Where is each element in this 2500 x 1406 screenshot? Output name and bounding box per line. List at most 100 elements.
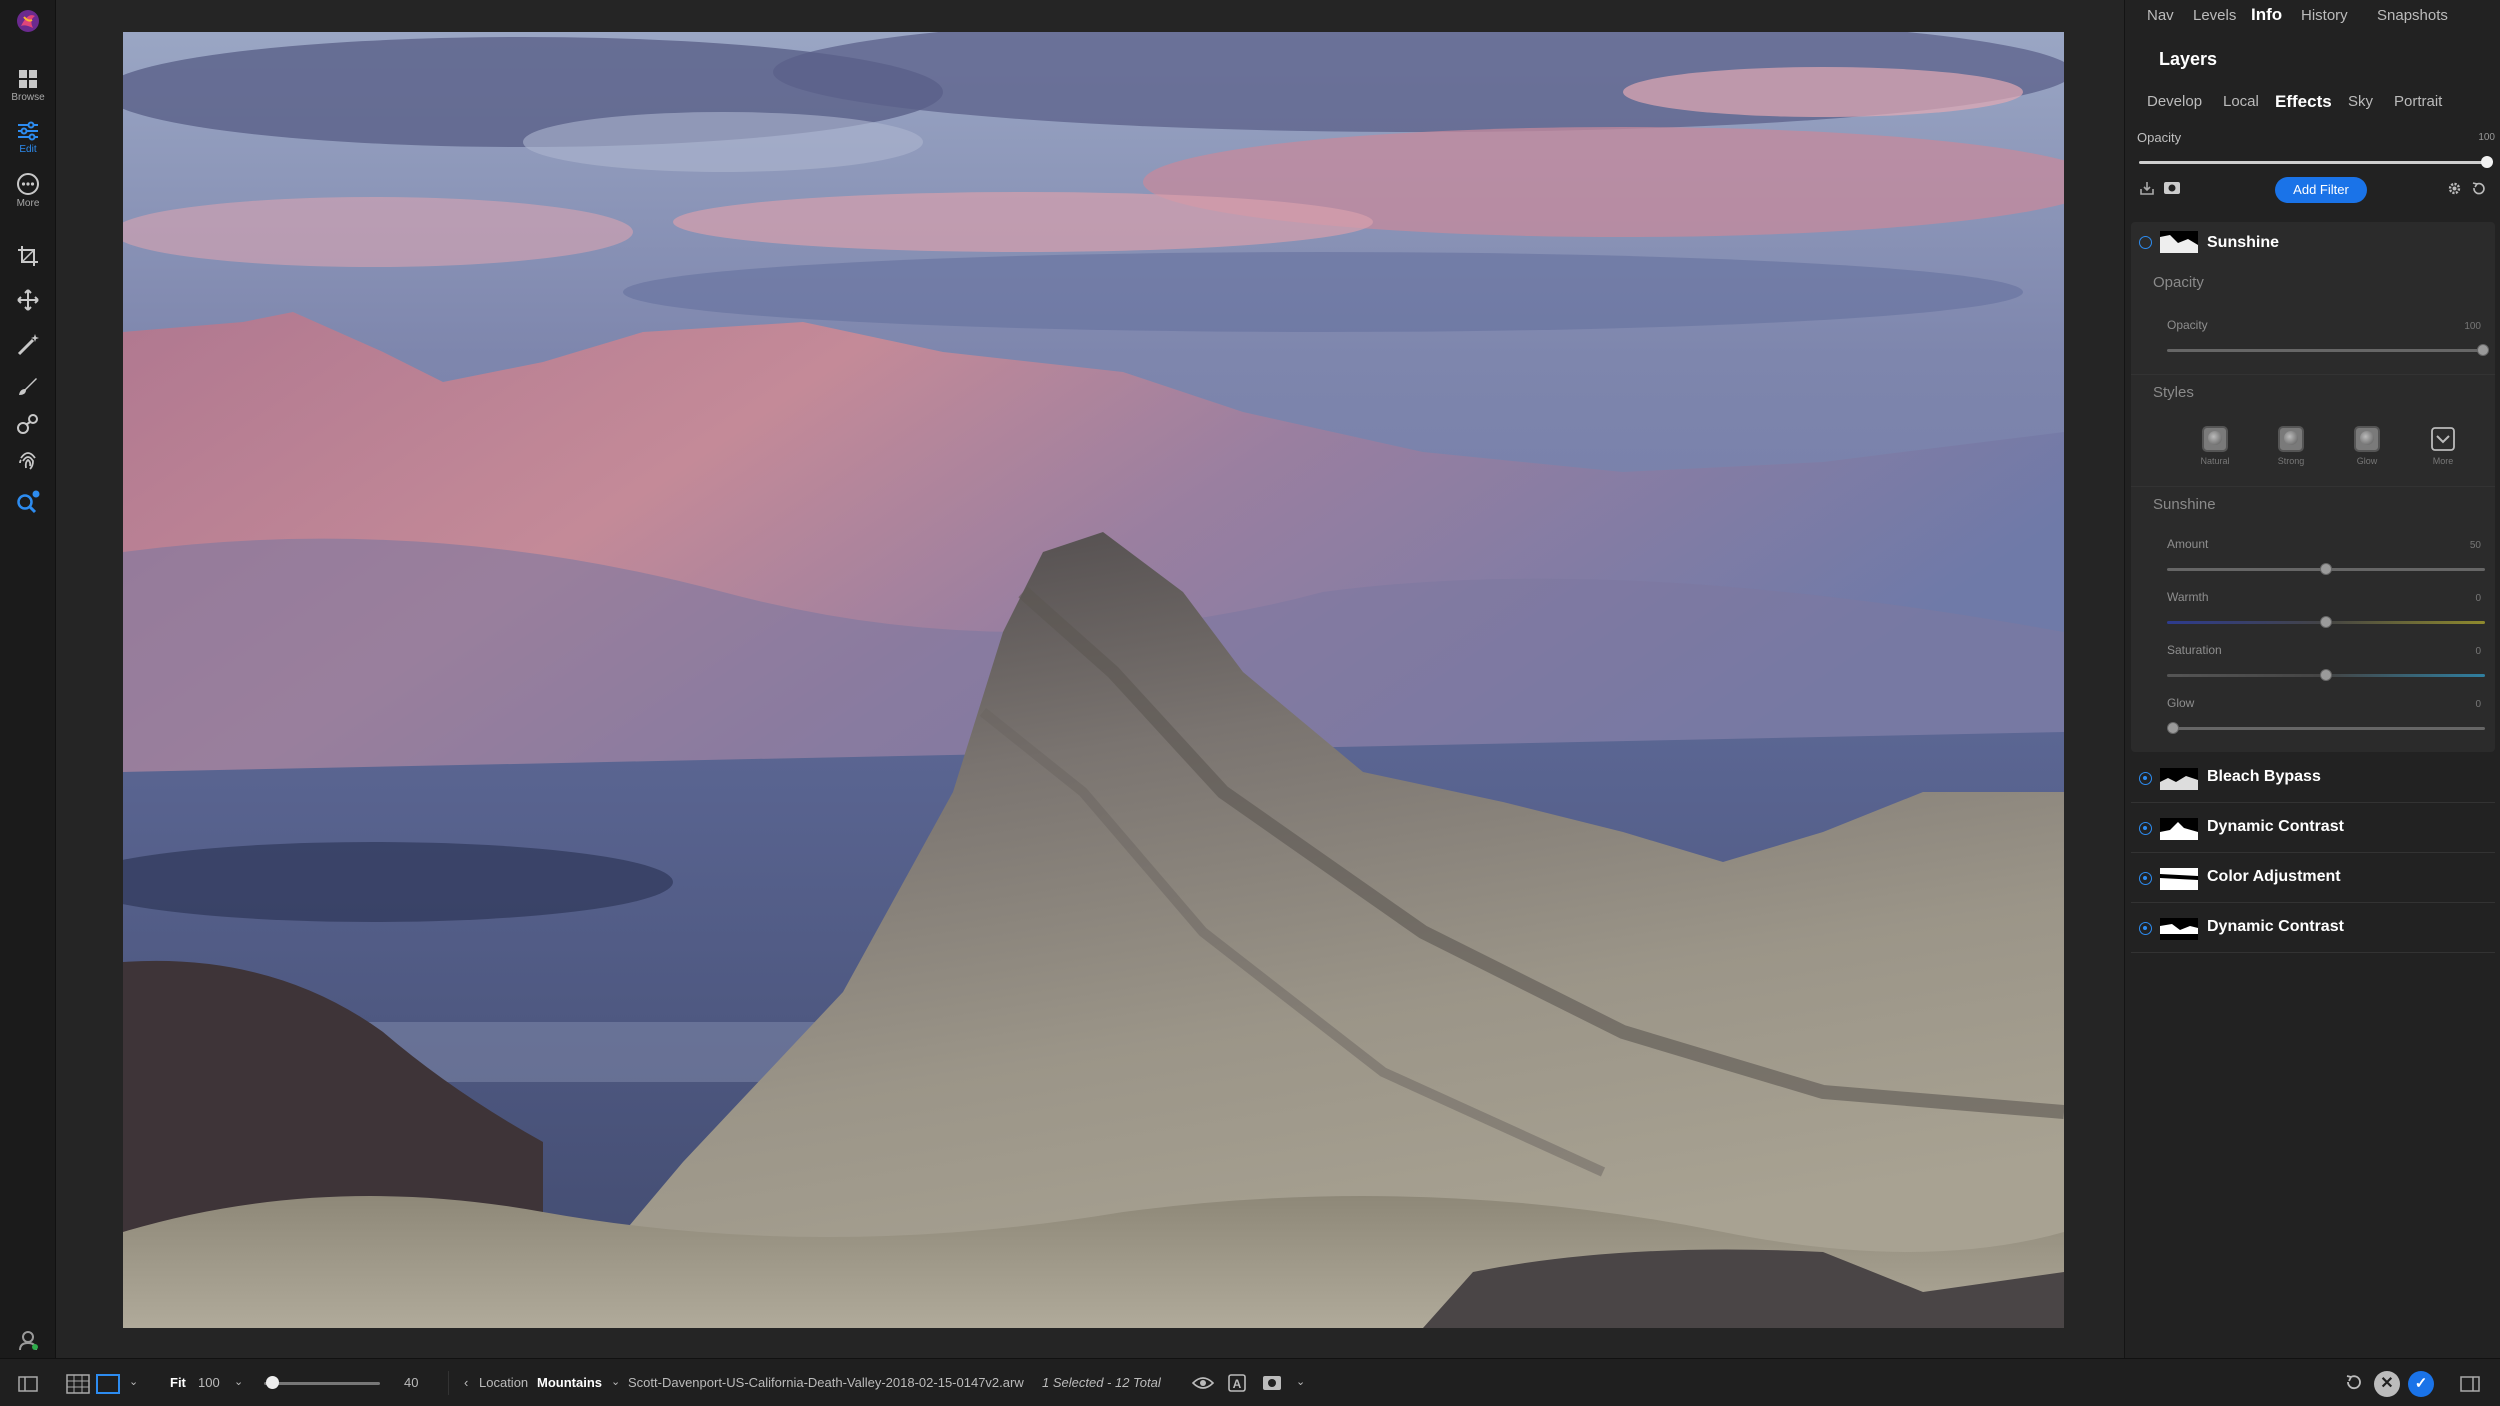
transform-tool[interactable] bbox=[0, 288, 56, 312]
divider bbox=[2131, 486, 2495, 487]
filter-opacity-knob[interactable] bbox=[2477, 344, 2489, 356]
glow-label: Glow bbox=[2167, 696, 2195, 710]
single-view-icon[interactable] bbox=[96, 1374, 120, 1394]
tab-levels[interactable]: Levels bbox=[2193, 7, 2236, 24]
thumbnail-size-knob[interactable] bbox=[266, 1376, 280, 1389]
filter-name: Dynamic Contrast bbox=[2207, 818, 2344, 835]
svg-text:A: A bbox=[1233, 1377, 1242, 1391]
visibility-eye-icon[interactable] bbox=[2139, 922, 2152, 935]
folder-name[interactable]: Mountains bbox=[537, 1375, 602, 1390]
mask-view-icon[interactable] bbox=[1262, 1374, 1282, 1392]
selection-status: 1 Selected - 12 Total bbox=[1042, 1375, 1161, 1390]
amount-value: 50 bbox=[2469, 540, 2481, 551]
zoom-value[interactable]: 100 bbox=[198, 1375, 220, 1390]
layers-title: Layers bbox=[2159, 49, 2218, 69]
reset-icon[interactable] bbox=[2471, 181, 2486, 196]
saturation-knob[interactable] bbox=[2320, 669, 2332, 681]
thumbnail-size-slider[interactable] bbox=[264, 1382, 380, 1385]
filter-row-bleach-bypass[interactable]: Bleach Bypass bbox=[2131, 753, 2495, 803]
style-strong[interactable]: Strong bbox=[2261, 426, 2321, 466]
style-natural-label: Natural bbox=[2200, 456, 2230, 466]
preview-eye-icon[interactable] bbox=[1192, 1375, 1214, 1391]
location-label: Location bbox=[479, 1375, 529, 1390]
retouch-tool[interactable] bbox=[0, 448, 56, 472]
done-check-icon[interactable]: ✓ bbox=[2408, 1371, 2434, 1397]
saturation-label: Saturation bbox=[2167, 643, 2222, 657]
photo-preview[interactable] bbox=[123, 32, 2064, 1328]
visibility-eye-icon[interactable] bbox=[2139, 822, 2152, 835]
opacity-section-header[interactable]: Opacity bbox=[2153, 274, 2204, 291]
import-layer-icon[interactable] bbox=[2139, 180, 2155, 196]
thumbnail-size-value: 40 bbox=[404, 1375, 419, 1390]
glow-knob[interactable] bbox=[2167, 722, 2179, 734]
local-brush-tool[interactable] bbox=[0, 374, 56, 398]
sunshine-section-header[interactable]: Sunshine bbox=[2153, 496, 2216, 513]
tab-sky[interactable]: Sky bbox=[2348, 93, 2373, 110]
ai-search-tool[interactable] bbox=[0, 488, 56, 516]
edit-label: Edit bbox=[19, 144, 37, 155]
visibility-eye-icon[interactable] bbox=[2139, 772, 2152, 785]
crop-tool[interactable] bbox=[0, 244, 56, 268]
view-options-chevron-icon[interactable]: ⌄ bbox=[1296, 1375, 1305, 1388]
zoom-dropdown-chevron-icon[interactable]: ⌄ bbox=[234, 1375, 243, 1388]
back-chevron-icon[interactable]: ‹ bbox=[464, 1375, 468, 1390]
browse-grid-icon bbox=[19, 70, 37, 88]
fit-button[interactable]: Fit bbox=[170, 1375, 186, 1390]
style-more[interactable]: More bbox=[2413, 426, 2473, 466]
toggle-right-panel-icon[interactable] bbox=[2460, 1376, 2480, 1392]
style-glow[interactable]: Glow bbox=[2337, 426, 2397, 466]
sunshine-filter-name[interactable]: Sunshine bbox=[2207, 234, 2279, 252]
tab-local[interactable]: Local bbox=[2223, 93, 2259, 110]
glow-slider[interactable] bbox=[2167, 727, 2485, 730]
filter-thumbnail bbox=[2160, 868, 2198, 890]
warmth-knob[interactable] bbox=[2320, 616, 2332, 628]
filter-thumbnail bbox=[2160, 768, 2198, 790]
magic-brush-icon bbox=[17, 334, 39, 356]
grid-view-icon[interactable] bbox=[66, 1374, 90, 1394]
tab-nav[interactable]: Nav bbox=[2147, 7, 2174, 24]
edit-button[interactable]: Edit bbox=[0, 120, 56, 155]
cancel-x-icon[interactable]: ✕ bbox=[2374, 1371, 2400, 1397]
tab-effects[interactable]: Effects bbox=[2275, 92, 2332, 112]
styles-section-header[interactable]: Styles bbox=[2153, 384, 2194, 401]
style-glow-label: Glow bbox=[2356, 456, 2378, 466]
mask-icon[interactable] bbox=[2163, 180, 2181, 196]
edit-sliders-icon bbox=[18, 121, 38, 141]
tab-snapshots[interactable]: Snapshots bbox=[2377, 7, 2448, 24]
filter-name: Bleach Bypass bbox=[2207, 768, 2321, 785]
tab-info[interactable]: Info bbox=[2251, 5, 2282, 25]
amount-knob[interactable] bbox=[2320, 563, 2332, 575]
browse-button[interactable]: Browse bbox=[0, 68, 56, 103]
account-tool[interactable] bbox=[0, 1328, 56, 1352]
filter-opacity-slider[interactable] bbox=[2167, 349, 2485, 352]
layer-opacity-slider[interactable] bbox=[2139, 161, 2489, 164]
amount-label: Amount bbox=[2167, 537, 2209, 551]
tab-history[interactable]: History bbox=[2301, 7, 2348, 24]
revert-icon[interactable] bbox=[2344, 1374, 2362, 1392]
style-natural[interactable]: Natural bbox=[2185, 426, 2245, 466]
add-filter-button[interactable]: Add Filter bbox=[2275, 177, 2367, 203]
settings-gear-icon[interactable] bbox=[2447, 181, 2462, 196]
visibility-toggle-icon[interactable] bbox=[2139, 236, 2152, 249]
more-button[interactable]: More bbox=[0, 172, 56, 209]
tab-portrait[interactable]: Portrait bbox=[2394, 93, 2442, 110]
image-canvas[interactable] bbox=[56, 0, 2124, 1358]
folder-dropdown-chevron-icon[interactable]: ⌄ bbox=[611, 1375, 620, 1388]
view-dropdown-chevron-icon[interactable]: ⌄ bbox=[129, 1375, 138, 1388]
warmth-value: 0 bbox=[2475, 593, 2481, 604]
more-dots-icon bbox=[17, 173, 39, 195]
toggle-left-panel-icon[interactable] bbox=[18, 1376, 38, 1392]
clone-tool[interactable] bbox=[0, 412, 56, 436]
divider bbox=[448, 1371, 449, 1395]
tab-develop[interactable]: Develop bbox=[2147, 93, 2202, 110]
magic-brush-tool[interactable] bbox=[0, 332, 56, 358]
filter-row-color-adjustment[interactable]: Color Adjustment bbox=[2131, 853, 2495, 903]
layer-opacity-knob[interactable] bbox=[2481, 156, 2493, 168]
account-sync-icon bbox=[19, 1331, 38, 1351]
filter-row-dynamic-contrast-2[interactable]: Dynamic Contrast bbox=[2131, 903, 2495, 953]
visibility-eye-icon[interactable] bbox=[2139, 872, 2152, 885]
filter-row-dynamic-contrast[interactable]: Dynamic Contrast bbox=[2131, 803, 2495, 853]
auto-enhance-icon[interactable]: A bbox=[1228, 1374, 1246, 1392]
filter-thumbnail bbox=[2160, 918, 2198, 940]
sunshine-filter-panel: Sunshine Opacity Opacity 100 Styles Natu… bbox=[2131, 222, 2495, 752]
